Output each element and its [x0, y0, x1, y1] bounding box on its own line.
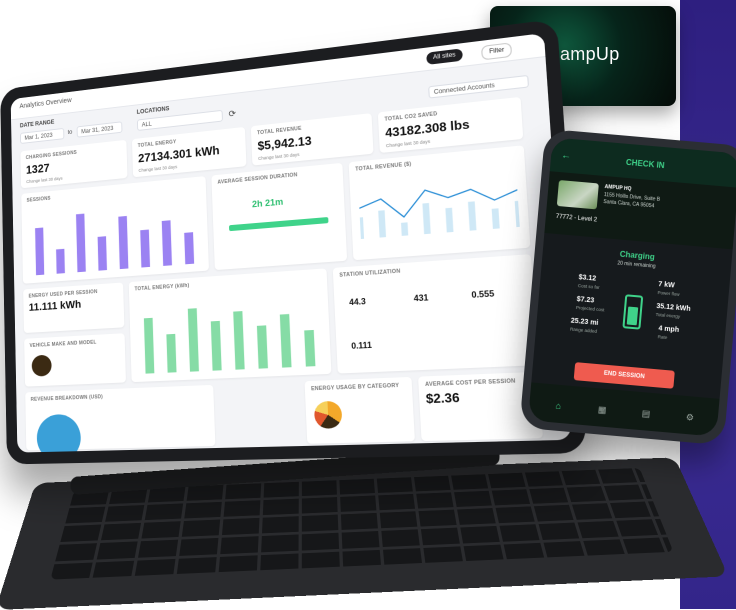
stat-card-co2: TOTAL CO2 SAVED 43182.308 lbs Change las… — [377, 96, 524, 154]
card-title: VEHICLE MAKE AND MODEL — [29, 339, 97, 349]
refresh-icon[interactable]: ⟳ — [228, 108, 236, 120]
phone-device: ← CHECK IN AMPUP HQ 1155 Hollis Drive, S… — [519, 128, 736, 446]
site-thumbnail — [556, 180, 599, 210]
date-range-label: DATE RANGE — [19, 119, 55, 130]
connected-accounts-select[interactable]: Connected Accounts — [428, 74, 530, 99]
stat-label: Rate — [657, 334, 668, 341]
bar — [118, 215, 129, 270]
bar — [401, 222, 409, 236]
home-tab-icon[interactable]: ⌂ — [551, 400, 566, 413]
bar — [184, 232, 195, 265]
bar — [233, 311, 245, 370]
revenue-pie — [36, 413, 82, 453]
duration-bar — [228, 217, 329, 232]
stat-card-revenue: TOTAL REVENUE $5,942.13 Change last 30 d… — [250, 113, 374, 166]
battery-icon — [622, 294, 644, 330]
card-title: ENERGY USED PER SESSION — [28, 289, 98, 300]
date-to-input[interactable]: Mar 31, 2023 — [76, 121, 123, 138]
stat-value: 7 kW — [657, 281, 675, 290]
filter-button[interactable]: Filter — [480, 42, 513, 61]
energy-category-card: ENERGY USAGE BY CATEGORY — [304, 376, 415, 444]
card-title: REVENUE BREAKDOWN (USD) — [30, 394, 104, 403]
sessions-chart-card: SESSIONS — [21, 176, 209, 284]
bar — [143, 317, 155, 374]
history-tab-icon[interactable]: ▤ — [638, 408, 653, 421]
tablet-frame: Analytics Overview All sites Filter DATE… — [0, 18, 588, 465]
bar — [56, 248, 65, 274]
bar — [97, 236, 107, 271]
phone-header: ← CHECK IN — [549, 137, 736, 188]
locations-label: LOCATIONS — [136, 106, 170, 116]
stat-sub: Change last 30 days — [138, 164, 178, 173]
bar — [167, 334, 177, 374]
site-name: AMPUP HQ — [604, 184, 632, 193]
charger-id: 77772 - Level 2 — [555, 213, 598, 224]
total-energy-card: TOTAL ENERGY (kWh) — [128, 268, 332, 383]
stat-title: CHARGING SESSIONS — [25, 149, 77, 161]
site-selector-button[interactable]: All sites — [426, 48, 463, 65]
bar — [491, 208, 500, 229]
energy-bar-chart — [143, 308, 316, 374]
stat-sub: Change last 30 days — [258, 151, 300, 162]
bar — [422, 202, 431, 235]
bar — [304, 329, 316, 367]
utilization-card: STATION UTILIZATION 44.3 431 0.555 0.111 — [332, 254, 539, 374]
energy-per-session-card: ENERGY USED PER SESSION 11.111 kWh — [23, 282, 125, 334]
revenue-chart-card: TOTAL REVENUE ($) — [348, 145, 531, 261]
card-title: STATION UTILIZATION — [339, 268, 401, 279]
map-tab-icon[interactable]: ▦ — [595, 404, 610, 417]
bar — [140, 229, 151, 268]
util-value-3: 0.555 — [471, 288, 495, 300]
breadcrumb: Analytics Overview — [19, 97, 72, 111]
chart-title: TOTAL ENERGY (kWh) — [134, 282, 190, 293]
bar — [35, 227, 45, 276]
stat-value: $3.12 — [578, 274, 597, 283]
util-value-1: 44.3 — [348, 296, 366, 308]
bar — [445, 207, 454, 233]
util-value-4: 0.111 — [351, 340, 373, 351]
date-from-input[interactable]: Mar 1, 2023 — [20, 127, 65, 144]
bar — [75, 213, 86, 273]
energy-per-session-value: 11.111 kWh — [28, 298, 82, 314]
chart-title: TOTAL REVENUE ($) — [355, 161, 412, 173]
stat-value: $5,942.13 — [257, 133, 312, 154]
phone-title: CHECK IN — [625, 157, 665, 171]
stat-sub: Change last 30 days — [385, 138, 431, 149]
bar — [378, 210, 387, 238]
stat-card-sessions: CHARGING SESSIONS 1327 Change last 30 da… — [20, 139, 128, 189]
avg-duration-card: AVERAGE SESSION DURATION 2h 21m — [211, 162, 348, 271]
bar — [514, 200, 520, 228]
revenue-line-chart — [357, 163, 520, 240]
bar — [357, 217, 365, 240]
avg-duration-value: 2h 21m — [251, 196, 284, 210]
dashboard-screen: Analytics Overview All sites Filter DATE… — [10, 33, 572, 453]
category-pie — [313, 400, 343, 429]
bar — [187, 308, 199, 372]
sessions-bar-chart — [35, 213, 195, 276]
stat-card-energy: TOTAL ENERGY 27134.301 kWh Change last 3… — [131, 126, 247, 178]
vehicle-pie — [31, 354, 52, 377]
util-value-2: 431 — [413, 292, 429, 304]
stat-value: $7.23 — [576, 296, 595, 305]
settings-tab-icon[interactable]: ⚙ — [682, 412, 697, 425]
stat-sub: Change last 30 days — [26, 175, 63, 185]
to-label: to — [67, 129, 73, 136]
bar — [210, 320, 222, 371]
bar — [279, 314, 292, 368]
card-title: AVERAGE COST PER SESSION — [424, 378, 516, 389]
phone-screen: ← CHECK IN AMPUP HQ 1155 Hollis Drive, S… — [527, 137, 736, 437]
card-title: AVERAGE SESSION DURATION — [217, 172, 298, 186]
revenue-breakdown-card: REVENUE BREAKDOWN (USD) — [25, 384, 216, 453]
stat-value: 1327 — [25, 161, 50, 177]
card-title: ENERGY USAGE BY CATEGORY — [310, 382, 400, 393]
bar — [467, 201, 477, 231]
vehicle-card: VEHICLE MAKE AND MODEL — [24, 333, 126, 387]
bar — [256, 325, 268, 369]
avg-cost-value: $2.36 — [425, 390, 460, 407]
bar — [161, 220, 172, 266]
chart-title: SESSIONS — [26, 195, 51, 204]
